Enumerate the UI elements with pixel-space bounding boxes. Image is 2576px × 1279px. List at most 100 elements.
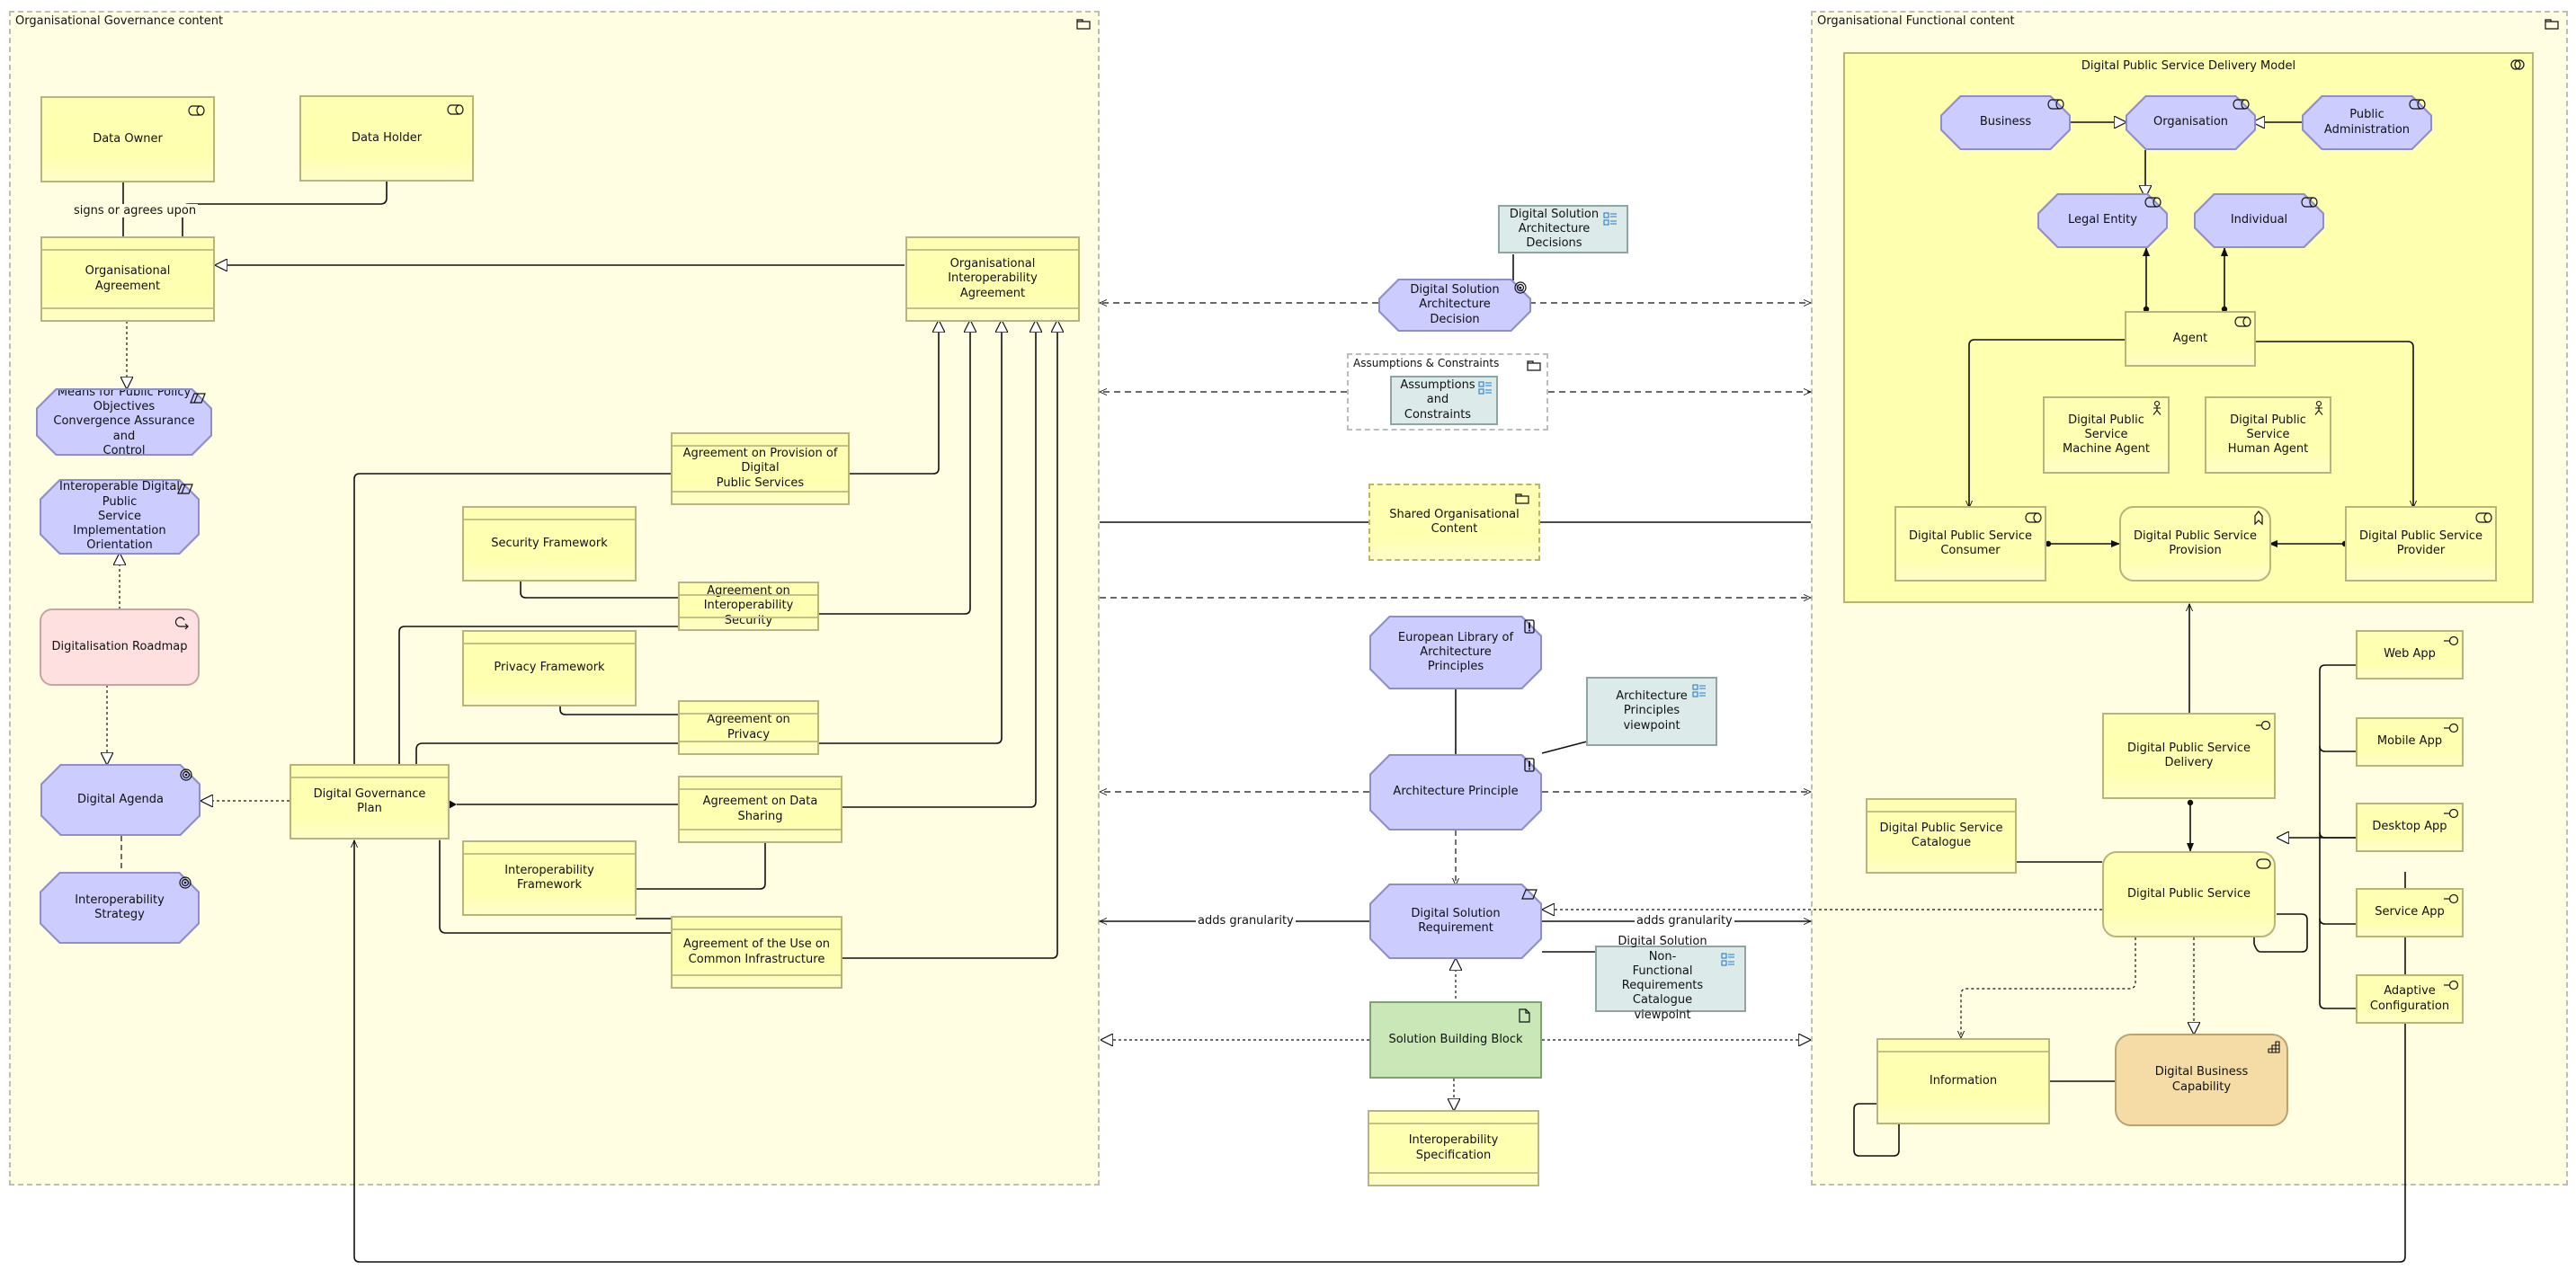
node-human-agent[interactable]: Digital Public Service Human Agent bbox=[2205, 396, 2331, 474]
node-label: Digital Agenda bbox=[77, 792, 164, 806]
folder-icon bbox=[1074, 16, 1092, 31]
node-organisation[interactable]: Organisation bbox=[2126, 95, 2256, 150]
node-digital-public-service-catalogue[interactable]: Digital Public Service Catalogue bbox=[1866, 798, 2017, 874]
node-digital-business-capability[interactable]: Digital Business Capability bbox=[2115, 1034, 2288, 1126]
node-agent[interactable]: Agent bbox=[2125, 311, 2256, 367]
node-label: Agreement on Data Sharing bbox=[702, 795, 818, 823]
node-agreement-privacy[interactable]: Agreement on Privacy bbox=[678, 700, 819, 755]
node-label: Solution Building Block bbox=[1388, 1032, 1523, 1046]
node-label: Digital Public Service Consumer bbox=[1909, 528, 2032, 557]
node-agreement-common-infrastructure[interactable]: Agreement of the Use on Common Infrastru… bbox=[671, 916, 842, 989]
node-digital-governance-plan[interactable]: Digital Governance Plan bbox=[290, 764, 450, 839]
node-means-public-policy[interactable]: Means for Public Policy Objectives Conve… bbox=[36, 388, 212, 456]
contract-divider bbox=[680, 788, 841, 790]
node-label: Architecture Principle bbox=[1393, 785, 1519, 799]
interface-icon bbox=[2442, 892, 2460, 906]
node-data-owner[interactable]: Data Owner bbox=[40, 96, 215, 182]
node-individual[interactable]: Individual bbox=[2194, 193, 2324, 248]
node-public-administration[interactable]: Public Administration bbox=[2302, 95, 2432, 150]
node-architecture-principle[interactable]: Architecture Principle bbox=[1369, 754, 1542, 830]
node-digital-public-service[interactable]: Digital Public Service bbox=[2102, 851, 2276, 937]
node-organisational-agreement[interactable]: Organisational Agreement bbox=[40, 236, 215, 322]
note-architecture-principles-viewpoint[interactable]: Architecture Principles viewpoint bbox=[1586, 677, 1717, 746]
node-interoperability-specification[interactable]: Interoperability Specification bbox=[1368, 1110, 1539, 1186]
node-web-app[interactable]: Web App bbox=[2356, 630, 2464, 679]
node-label: Shared Organisational Content bbox=[1389, 507, 1520, 536]
group-label: Assumptions & Constraints bbox=[1353, 357, 1500, 369]
goal-icon bbox=[177, 768, 195, 782]
role-icon bbox=[2409, 97, 2427, 111]
wire bbox=[1541, 741, 1588, 754]
node-legal-entity[interactable]: Legal Entity bbox=[2037, 193, 2168, 248]
contract-divider bbox=[680, 829, 841, 830]
node-label: Organisation bbox=[2153, 115, 2229, 129]
interface-icon bbox=[2442, 978, 2460, 992]
node-security-framework[interactable]: Security Framework bbox=[462, 506, 637, 582]
node-label: Privacy Framework bbox=[494, 661, 605, 675]
node-interoperable-digital-orientation[interactable]: Interoperable Digital Public Service Imp… bbox=[40, 479, 200, 555]
node-organisational-interoperability-agreement[interactable]: Organisational Interoperability Agreemen… bbox=[905, 236, 1080, 322]
connection-label: adds granularity bbox=[1196, 914, 1296, 928]
folder-icon bbox=[2543, 16, 2561, 31]
node-label: Interoperable Digital Public Service Imp… bbox=[59, 480, 180, 553]
node-body: Digital Agenda bbox=[42, 766, 199, 834]
node-label: Interoperability Framework bbox=[504, 863, 594, 892]
node-digital-public-service-provision[interactable]: Digital Public Service Provision bbox=[2119, 506, 2271, 582]
node-digital-public-service-consumer[interactable]: Digital Public Service Consumer bbox=[1894, 506, 2046, 582]
note-digital-solution-nfr-catalogue-viewpoint[interactable]: Digital Solution Non- Functional Require… bbox=[1595, 935, 1746, 1022]
node-digital-public-service-delivery[interactable]: Digital Public Service Delivery bbox=[2102, 713, 2276, 799]
contract-divider bbox=[907, 249, 1078, 251]
node-label: Assumptions and Constraints bbox=[1400, 378, 1475, 422]
node-machine-agent[interactable]: Digital Public Service Machine Agent bbox=[2043, 396, 2170, 474]
node-label: Digital Public Service Delivery bbox=[2127, 741, 2251, 769]
contract-divider bbox=[680, 741, 817, 742]
node-body: Interoperability Strategy bbox=[41, 874, 198, 942]
role-icon bbox=[2234, 315, 2252, 329]
note-digital-solution-architecture-decisions[interactable]: Digital Solution Architecture Decisions bbox=[1498, 205, 1628, 253]
process-icon bbox=[173, 616, 191, 630]
note-assumptions-and-constraints[interactable]: Assumptions and Constraints bbox=[1390, 376, 1498, 425]
node-label: Security Framework bbox=[491, 536, 608, 550]
archimate-diagram: Organisational Governance content Organi… bbox=[0, 0, 2576, 1279]
contract-divider bbox=[1369, 1123, 1538, 1124]
node-agreement-provision-digital-services[interactable]: Agreement on Provision of Digital Public… bbox=[671, 432, 850, 505]
contract-divider bbox=[680, 713, 817, 715]
contract-divider bbox=[1878, 1051, 2048, 1053]
node-adaptive-configuration[interactable]: Adaptive Configuration bbox=[2356, 974, 2464, 1024]
node-digital-public-service-provider[interactable]: Digital Public Service Provider bbox=[2345, 506, 2497, 582]
node-desktop-app[interactable]: Desktop App bbox=[2356, 803, 2464, 852]
node-digitalisation-roadmap[interactable]: Digitalisation Roadmap bbox=[40, 608, 200, 686]
node-data-holder[interactable]: Data Holder bbox=[299, 95, 474, 182]
group-organisational-governance-content[interactable]: Organisational Governance content bbox=[9, 11, 1100, 1186]
node-mobile-app[interactable]: Mobile App bbox=[2356, 717, 2464, 767]
node-label: Digital Public Service Machine Agent bbox=[2062, 413, 2151, 457]
node-agreement-data-sharing[interactable]: Agreement on Data Sharing bbox=[678, 776, 842, 843]
node-european-library-architecture-principles[interactable]: European Library of Architecture Princip… bbox=[1369, 616, 1542, 689]
viewpoint-icon bbox=[1476, 381, 1494, 395]
node-digital-solution-requirement[interactable]: Digital Solution Requirement bbox=[1369, 884, 1542, 959]
node-solution-building-block[interactable]: Solution Building Block bbox=[1369, 1001, 1542, 1079]
node-label: Digitalisation Roadmap bbox=[51, 639, 188, 653]
node-label: Mobile App bbox=[2376, 734, 2443, 749]
role-icon bbox=[2233, 97, 2251, 111]
goal-icon bbox=[176, 875, 194, 890]
group-label: Organisational Governance content bbox=[15, 14, 224, 28]
node-digital-agenda[interactable]: Digital Agenda bbox=[40, 764, 201, 836]
node-interoperability-framework[interactable]: Interoperability Framework bbox=[462, 840, 637, 916]
role-icon bbox=[2047, 97, 2065, 111]
node-business[interactable]: Business bbox=[1940, 95, 2071, 150]
contract-divider bbox=[1369, 1172, 1538, 1174]
node-body: Digital Solution Architecture Decision bbox=[1380, 280, 1529, 330]
node-agreement-interoperability-security[interactable]: Agreement on Interoperability Security bbox=[678, 582, 819, 631]
node-privacy-framework[interactable]: Privacy Framework bbox=[462, 630, 637, 706]
node-information[interactable]: Information bbox=[1876, 1038, 2050, 1124]
contract-divider bbox=[680, 594, 817, 596]
contract-divider bbox=[673, 445, 848, 447]
node-service-app[interactable]: Service App bbox=[2356, 888, 2464, 937]
node-shared-organisational-content[interactable]: Shared Organisational Content bbox=[1368, 484, 1540, 561]
node-interoperability-strategy[interactable]: Interoperability Strategy bbox=[40, 872, 200, 944]
group-label: Digital Public Service Delivery Model bbox=[2081, 59, 2296, 73]
node-digital-solution-architecture-decision[interactable]: Digital Solution Architecture Decision bbox=[1378, 279, 1531, 332]
capability-icon bbox=[2265, 1039, 2283, 1053]
node-label: Organisational Interoperability Agreemen… bbox=[948, 257, 1038, 300]
